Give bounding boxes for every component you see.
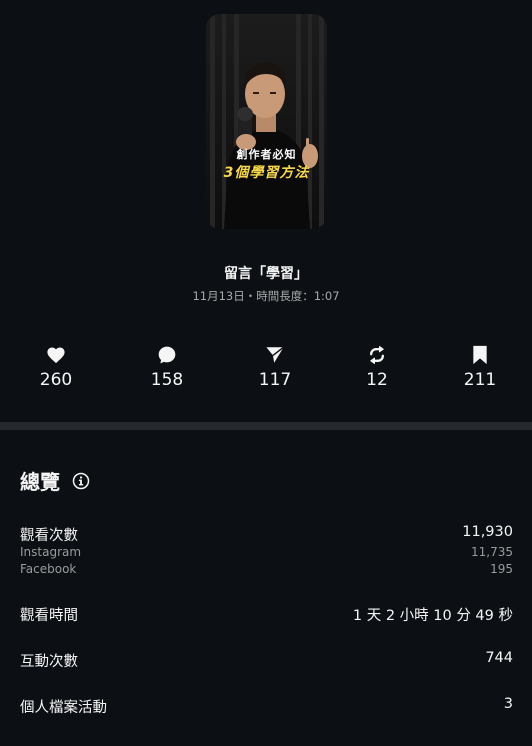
profile-activity-label: 個人檔案活動 — [20, 700, 107, 716]
likes-stat: 260 — [16, 344, 96, 390]
facebook-label: Facebook — [20, 562, 77, 576]
reposts-count: 12 — [366, 370, 388, 390]
overview-title: 總覽 — [20, 470, 60, 494]
section-divider — [0, 422, 532, 430]
saves-count: 211 — [463, 370, 497, 390]
watch-time-value: 1 天 2 小時 10 分 49 秒 — [352, 608, 513, 624]
instagram-value: 11,735 — [471, 545, 513, 559]
post-title: 留言「學習」 — [224, 266, 308, 282]
overview-heading: 總覽 — [20, 466, 90, 495]
comment-icon — [158, 346, 176, 364]
thumbnail-image — [206, 14, 327, 229]
watch-time-label: 觀看時間 — [20, 608, 78, 624]
post-meta: 11月13日・時間長度：1:07 — [192, 289, 340, 303]
comments-stat: 158 — [127, 344, 207, 390]
thumbnail-caption-line2: 3個學習方法 — [223, 165, 310, 181]
interactions-label: 互動次數 — [20, 654, 78, 670]
reel-thumbnail[interactable]: 創作者必知 3個學習方法 — [206, 14, 327, 229]
shares-count: 117 — [258, 370, 292, 390]
views-label: 觀看次數 — [20, 528, 78, 544]
heart-icon — [47, 347, 65, 364]
thumbnail-caption-line1: 創作者必知 — [236, 148, 297, 161]
reposts-stat: 12 — [337, 344, 417, 390]
send-icon — [266, 346, 285, 363]
profile-activity-value: 3 — [503, 696, 513, 712]
insights-page: 創作者必知 3個學習方法 留言「學習」 11月13日・時間長度：1:07 260… — [0, 0, 532, 746]
facebook-value: 195 — [490, 562, 513, 576]
views-value: 11,930 — [462, 524, 513, 540]
likes-count: 260 — [39, 370, 73, 390]
instagram-label: Instagram — [20, 545, 82, 559]
bookmark-icon — [473, 345, 487, 365]
repost-icon — [370, 346, 384, 364]
shares-stat: 117 — [235, 344, 315, 390]
saves-stat: 211 — [440, 344, 520, 390]
info-icon[interactable] — [72, 472, 90, 490]
comments-count: 158 — [150, 370, 184, 390]
interactions-value: 744 — [485, 650, 513, 666]
